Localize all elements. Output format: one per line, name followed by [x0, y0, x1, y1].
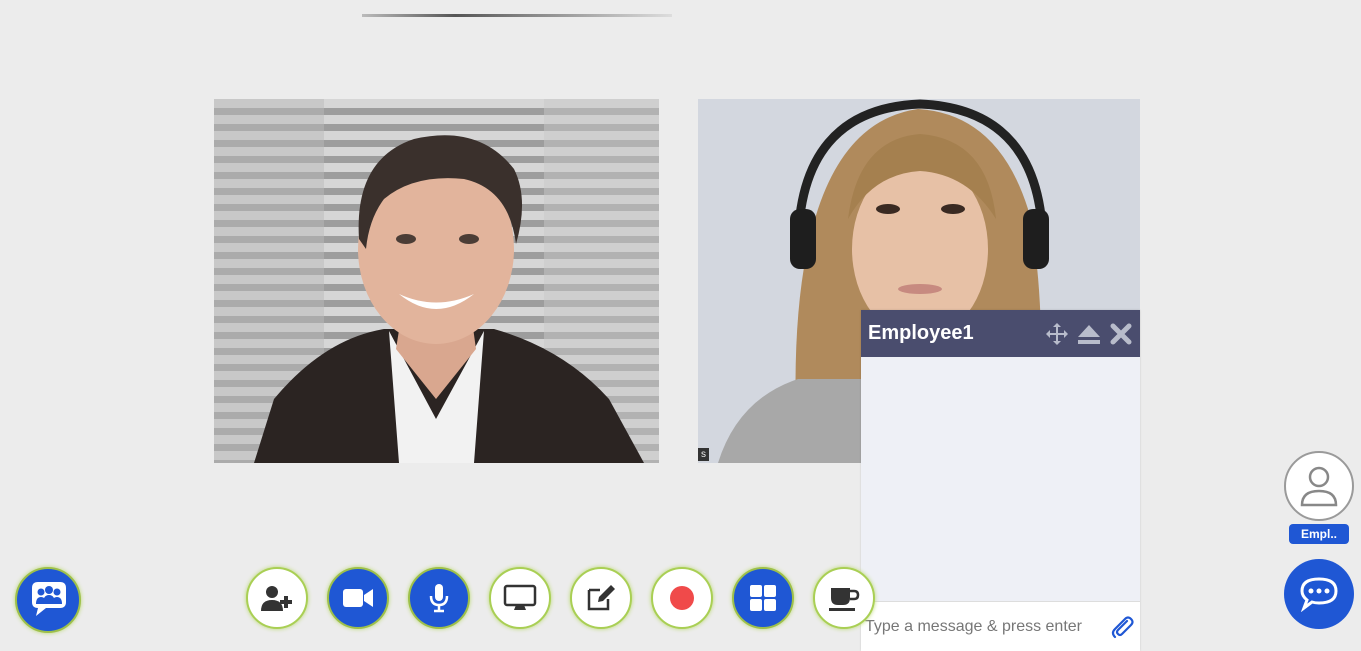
- participant-video-frame: [214, 99, 659, 463]
- group-chat-button[interactable]: [15, 567, 81, 633]
- participant-avatar[interactable]: [1284, 451, 1354, 521]
- add-user-icon: [261, 586, 292, 611]
- record-icon: [670, 586, 694, 610]
- open-chat-button[interactable]: [1284, 559, 1354, 629]
- participant-tag: s: [698, 448, 709, 461]
- chat-bubble-icon: [1300, 577, 1338, 612]
- chat-title: Employee1: [868, 322, 974, 344]
- edit-icon: [587, 585, 615, 611]
- grid-icon: [750, 585, 776, 611]
- record-button[interactable]: [651, 567, 713, 629]
- add-participant-button[interactable]: [246, 567, 308, 629]
- group-chat-icon: [32, 582, 66, 616]
- move-icon[interactable]: [1044, 321, 1070, 347]
- coffee-cup-icon: [829, 588, 860, 611]
- top-video-strip: [362, 14, 672, 17]
- private-chat-window: Employee1: [861, 310, 1140, 651]
- video-camera-icon: [343, 589, 373, 607]
- layout-button[interactable]: [732, 567, 794, 629]
- chat-composer: [861, 601, 1140, 651]
- participant-name-badge[interactable]: Empl..: [1289, 524, 1349, 544]
- participant-video-tile[interactable]: [214, 99, 659, 463]
- chat-message-input[interactable]: [861, 606, 1104, 647]
- minimize-icon[interactable]: [1076, 321, 1102, 347]
- attachment-icon[interactable]: [1104, 607, 1140, 647]
- break-button[interactable]: [813, 567, 875, 629]
- microphone-icon: [429, 584, 449, 613]
- chat-message-area[interactable]: [861, 357, 1140, 601]
- screen-share-button[interactable]: [489, 567, 551, 629]
- video-toggle-button[interactable]: [327, 567, 389, 629]
- chat-header[interactable]: Employee1: [861, 310, 1140, 357]
- monitor-icon: [503, 584, 537, 610]
- chat-window-controls: [1044, 321, 1140, 347]
- whiteboard-button[interactable]: [570, 567, 632, 629]
- video-conference-screen: s Employee1 Type a message & press enter…: [0, 0, 1361, 651]
- close-icon[interactable]: [1108, 321, 1134, 347]
- microphone-toggle-button[interactable]: [408, 567, 470, 629]
- user-icon: [1300, 466, 1338, 507]
